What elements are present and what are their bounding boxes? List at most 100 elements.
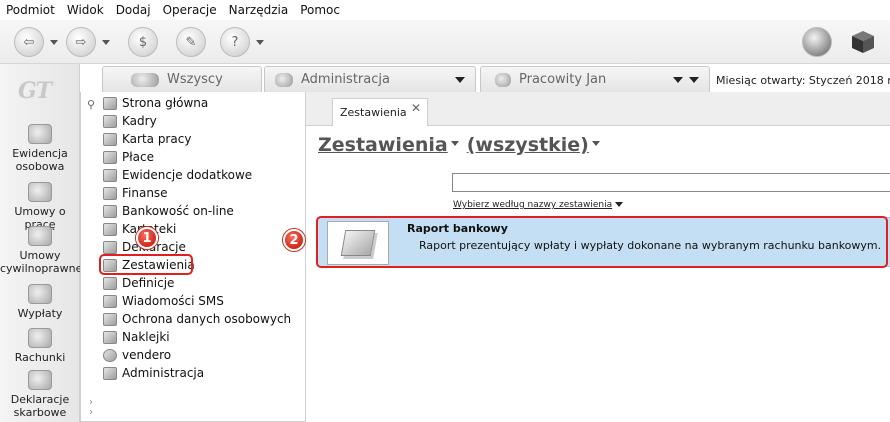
globe-icon[interactable] <box>802 27 832 57</box>
records-icon <box>103 222 117 236</box>
tree-item[interactable]: Finanse <box>103 184 303 202</box>
person-icon <box>495 72 511 87</box>
back-dropdown-caret[interactable] <box>50 40 58 45</box>
search-input[interactable] <box>452 173 890 192</box>
tree-item[interactable]: Ewidencje dodatkowe <box>103 166 303 184</box>
tree-item-label: Bankowość on-line <box>122 204 234 218</box>
close-icon[interactable]: ✕ <box>411 101 421 115</box>
pin-icon[interactable]: ⚲ <box>87 98 95 111</box>
nav-label: Deklaracje skarbowe <box>10 393 70 419</box>
open-month-label: Miesiąc otwarty: <box>716 74 806 87</box>
chevron-down-icon[interactable] <box>689 77 699 83</box>
cube-icon[interactable] <box>850 29 876 55</box>
nav-deklaracje-skarbowe[interactable]: Deklaracje skarbowe <box>0 370 80 419</box>
back-arrow-icon[interactable]: ⇦ <box>14 27 44 57</box>
chevron-down-icon[interactable] <box>591 141 600 146</box>
open-month-value[interactable]: Styczeń 2018 r. <box>809 74 890 87</box>
search-filter-link[interactable]: Wybierz według nazwy zestawienia <box>453 200 624 210</box>
nav-label: Umowy cywilnoprawne <box>0 249 83 275</box>
document-tab-label: Zestawienia <box>340 106 407 119</box>
step-badge-1: 1 <box>136 227 158 249</box>
menu-dodaj[interactable]: Dodaj <box>116 3 151 17</box>
department-icon <box>275 72 293 87</box>
menu-bar: Podmiot Widok Dodaj Operacje Narzędzia P… <box>0 0 890 20</box>
nav-umowy-cywilnoprawne[interactable]: Umowy cywilnoprawne <box>0 226 83 275</box>
step-badge-2: 2 <box>283 229 305 251</box>
tree-item[interactable]: Ochrona danych osobowych <box>103 310 303 328</box>
contract-icon <box>28 182 52 202</box>
people-icon <box>28 124 52 144</box>
document-tab-zestawienia[interactable]: Zestawienia ✕ <box>332 98 428 126</box>
labels-icon <box>103 330 117 344</box>
tab-wszyscy[interactable]: Wszyscy <box>102 66 262 92</box>
tree-item[interactable]: vendero <box>103 346 303 364</box>
tree-item[interactable]: Bankowość on-line <box>103 202 303 220</box>
tree-item-label: Administracja <box>122 366 205 380</box>
menu-pomoc[interactable]: Pomoc <box>300 3 340 17</box>
app-logo: GT <box>18 78 52 104</box>
definitions-icon <box>103 276 117 290</box>
open-month: Miesiąc otwarty: Styczeń 2018 r. <box>716 74 890 87</box>
nav-umowy-o-prace[interactable]: Umowy o pracę <box>0 182 80 231</box>
tree-item[interactable]: Naklejki <box>103 328 303 346</box>
tree-item[interactable]: Definicje <box>103 274 303 292</box>
tree-item-label: Definicje <box>122 276 175 290</box>
menu-podmiot[interactable]: Podmiot <box>6 3 55 17</box>
tree-item[interactable]: Kadry <box>103 112 303 130</box>
tree-item-label: Ochrona danych osobowych <box>122 312 292 326</box>
menu-widok[interactable]: Widok <box>67 3 104 17</box>
tax-declaration-icon <box>28 370 52 390</box>
tree-item[interactable]: Karta pracy <box>103 130 303 148</box>
chevron-down-icon[interactable] <box>450 141 459 146</box>
tree-item[interactable]: Administracja <box>103 364 303 382</box>
nav-label: Ewidencja osobowa <box>12 147 68 173</box>
vendero-icon <box>103 348 117 362</box>
work-card-icon <box>103 132 117 146</box>
declarations-icon <box>103 240 117 254</box>
help-icon[interactable]: ? <box>220 27 250 57</box>
tree-list: Strona główna Kadry Karta pracy Płace Ew… <box>103 94 303 382</box>
nav-label: Wypłaty <box>17 307 63 320</box>
additional-records-icon <box>103 168 117 182</box>
chevron-down-icon[interactable] <box>673 77 683 83</box>
chevron-down-icon <box>615 202 624 207</box>
toolbar: ⇦ ⇨ $ ✎ ? <box>0 20 890 64</box>
nav-rachunki[interactable]: Rachunki <box>0 328 80 364</box>
document-tabbar: Zestawienia ✕ <box>306 92 890 126</box>
nav-ewidencja-osobowa[interactable]: Ewidencja osobowa <box>0 124 80 173</box>
tree-item-label: Finanse <box>122 186 168 200</box>
tree-item[interactable]: Płace <box>103 148 303 166</box>
help-dropdown-caret[interactable] <box>256 40 264 45</box>
tree-item[interactable]: Wiadomości SMS <box>103 292 303 310</box>
search-hint-label: Wybierz według nazwy zestawienia <box>453 200 613 210</box>
tree-item-label: Naklejki <box>122 330 170 344</box>
tree-item-label: Kadry <box>122 114 157 128</box>
hr-icon <box>103 114 117 128</box>
forward-dropdown-caret[interactable] <box>102 40 110 45</box>
finance-icon <box>103 186 117 200</box>
left-navigation: GT Ewidencja osobowa Umowy o pracę Umowy… <box>0 64 83 422</box>
data-protection-icon <box>103 312 117 326</box>
highlight-box-zestawienia <box>99 254 193 275</box>
tools-icon[interactable]: ✎ <box>176 27 206 57</box>
heading-primary[interactable]: Zestawienia <box>318 134 448 156</box>
payments-icon <box>28 284 52 304</box>
tree-item[interactable]: Strona główna <box>103 94 303 112</box>
money-icon[interactable]: $ <box>128 27 158 57</box>
tree-item[interactable]: Kartoteki <box>103 220 303 238</box>
chevron-down-icon[interactable] <box>455 77 465 83</box>
payroll-icon <box>103 150 117 164</box>
nav-wyplaty[interactable]: Wypłaty <box>0 284 80 320</box>
tree-item-label: Karta pracy <box>122 132 192 146</box>
menu-operacje[interactable]: Operacje <box>163 3 217 17</box>
tab-administracja[interactable]: Administracja <box>264 66 476 92</box>
menu-narzedzia[interactable]: Narzędzia <box>229 3 289 17</box>
tree-item-label: Wiadomości SMS <box>122 294 224 308</box>
bills-icon <box>28 328 52 348</box>
heading-secondary[interactable]: (wszystkie) <box>467 134 589 156</box>
collapse-chevron-icon[interactable]: › › <box>89 398 93 418</box>
group-icon <box>131 72 159 87</box>
sms-icon <box>103 294 117 308</box>
tab-pracowity-jan[interactable]: Pracowity Jan <box>480 66 710 92</box>
forward-arrow-icon[interactable]: ⇨ <box>66 27 96 57</box>
